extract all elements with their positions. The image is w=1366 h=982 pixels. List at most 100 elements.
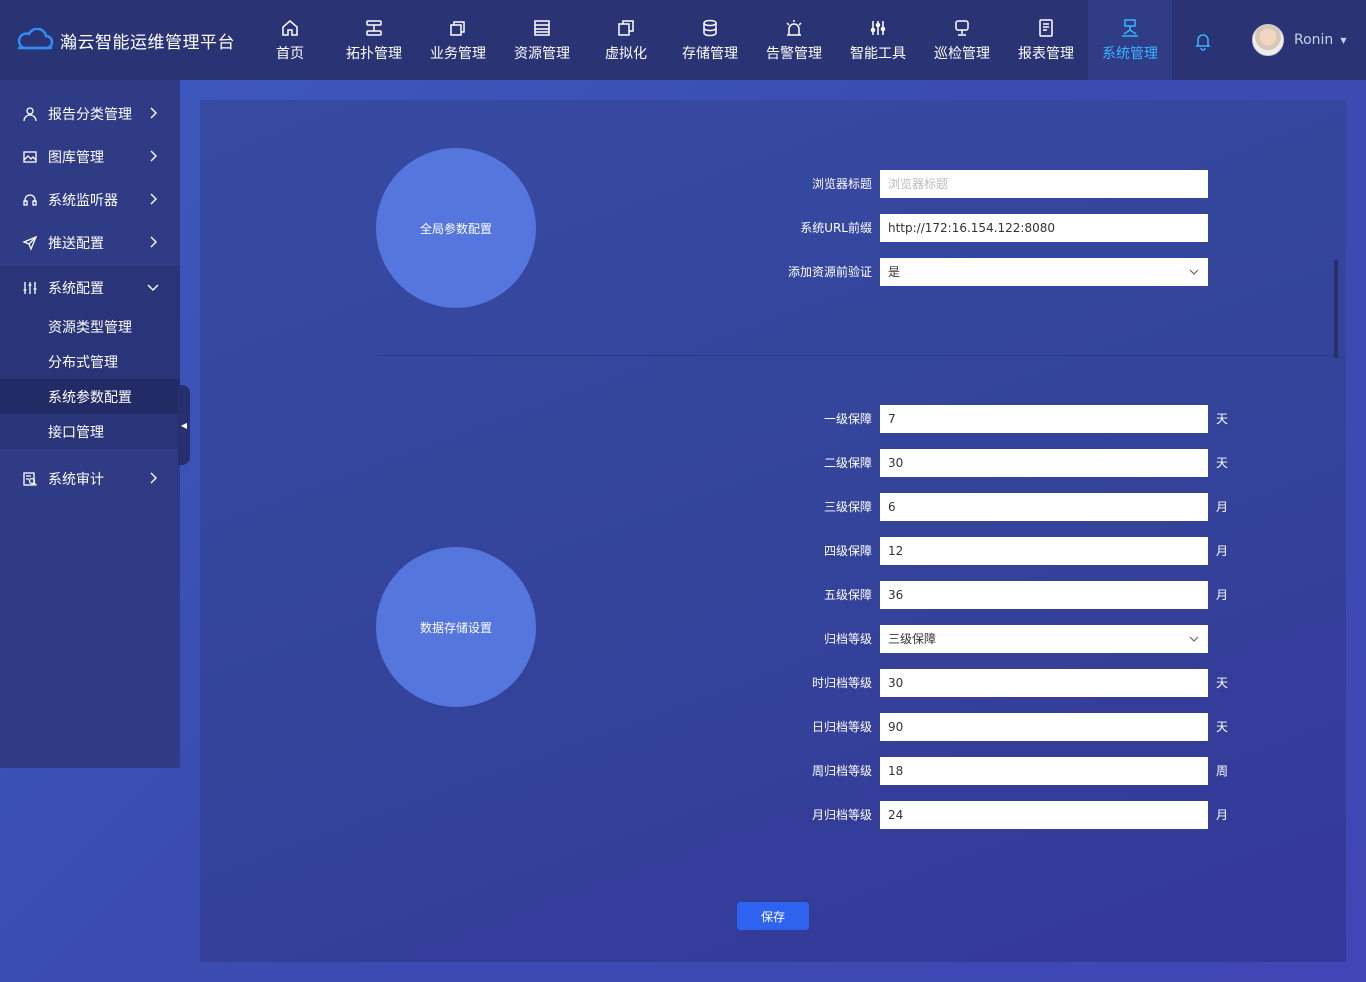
chevron-right-icon <box>150 472 157 484</box>
sidebar: 报告分类管理 图库管理 系统监听器 推送配置 系统配置 资源类型管理 分布式管理… <box>0 80 180 768</box>
chevron-right-icon <box>150 193 157 205</box>
nav-label: 报表管理 <box>1018 45 1074 62</box>
send-icon <box>22 235 38 251</box>
form-row-level3: 三级保障 月 <box>200 493 1346 521</box>
avatar[interactable] <box>1252 24 1284 56</box>
topology-icon <box>366 19 382 36</box>
field-unit: 天 <box>1216 456 1229 470</box>
sliders-icon <box>23 281 37 294</box>
sidebar-item-label: 系统配置 <box>48 280 104 297</box>
database-icon <box>703 19 717 36</box>
sidebar-item-report-category[interactable]: 报告分类管理 <box>0 92 180 135</box>
field-label: 四级保障 <box>823 544 872 558</box>
nav-item-resource[interactable]: 资源管理 <box>500 0 584 80</box>
user-name: Ronin <box>1294 32 1334 48</box>
nav-item-business[interactable]: 业务管理 <box>416 0 500 80</box>
user-icon <box>23 106 37 121</box>
sub-item-label: 接口管理 <box>48 424 104 441</box>
level3-input[interactable] <box>880 493 1208 521</box>
chevron-down-icon <box>1189 269 1199 275</box>
sidebar-item-push-config[interactable]: 推送配置 <box>0 221 180 264</box>
field-label: 二级保障 <box>823 456 872 470</box>
sidebar-sub-item-distributed[interactable]: 分布式管理 <box>0 344 180 379</box>
main-nav: 首页 拓扑管理 业务管理 资源管理 虚拟化 存储管理 告警管理 智能工具 巡检管… <box>248 0 1172 80</box>
archive-level-select[interactable]: 三级保障 <box>880 625 1208 653</box>
nav-item-system[interactable]: 系统管理 <box>1088 0 1172 80</box>
sidebar-sub-item-resource-type[interactable]: 资源类型管理 <box>0 309 180 344</box>
level2-input[interactable] <box>880 449 1208 477</box>
field-unit: 天 <box>1216 676 1229 690</box>
field-label: 日归档等级 <box>811 720 872 734</box>
nav-label: 资源管理 <box>514 45 570 62</box>
sidebar-sub-item-interface[interactable]: 接口管理 <box>0 414 180 449</box>
nav-item-topology[interactable]: 拓扑管理 <box>332 0 416 80</box>
caret-down-icon: ▼ <box>1340 35 1347 45</box>
nav-item-storage[interactable]: 存储管理 <box>668 0 752 80</box>
sidebar-item-label: 系统监听器 <box>48 192 118 209</box>
sidebar-item-system-config[interactable]: 系统配置 <box>0 266 180 309</box>
form-row-level2: 二级保障 天 <box>200 449 1346 477</box>
user-menu[interactable]: Ronin ▼ <box>1252 24 1346 56</box>
chevron-down-icon <box>147 284 159 291</box>
tools-icon <box>870 20 886 35</box>
url-prefix-input[interactable] <box>880 214 1208 242</box>
form-row-hour-archive: 时归档等级 天 <box>200 669 1346 697</box>
hour-archive-input[interactable] <box>880 669 1208 697</box>
nav-label: 告警管理 <box>766 45 822 62</box>
field-label: 一级保障 <box>823 412 872 426</box>
logo[interactable]: 瀚云智能运维管理平台 <box>0 0 248 80</box>
field-label: 三级保障 <box>823 500 872 514</box>
sidebar-collapse-button[interactable]: ◀ <box>178 385 190 465</box>
main-panel: 全局参数配置 浏览器标题 系统URL前缀 添加资源前验证 是 数据存储设置 一级… <box>200 100 1346 962</box>
level1-input[interactable] <box>880 405 1208 433</box>
inspection-icon <box>955 19 969 36</box>
verify-before-add-select[interactable]: 是 <box>880 258 1208 286</box>
week-archive-input[interactable] <box>880 757 1208 785</box>
select-value: 是 <box>888 265 901 279</box>
form-row-week-archive: 周归档等级 周 <box>200 757 1346 785</box>
form-row-day-archive: 日归档等级 天 <box>200 713 1346 741</box>
cloud-logo-icon <box>17 28 54 50</box>
image-icon <box>23 150 37 163</box>
field-label: 系统URL前缀 <box>800 221 872 235</box>
sidebar-item-listener[interactable]: 系统监听器 <box>0 178 180 221</box>
app-title: 瀚云智能运维管理平台 <box>60 32 235 53</box>
nav-item-inspection[interactable]: 巡检管理 <box>920 0 1004 80</box>
field-label: 浏览器标题 <box>811 177 872 191</box>
save-button[interactable]: 保存 <box>737 902 809 930</box>
bell-icon[interactable] <box>1192 30 1214 52</box>
sub-item-label: 系统参数配置 <box>48 389 132 406</box>
home-icon <box>282 19 298 36</box>
field-label: 五级保障 <box>823 588 872 602</box>
nav-item-tools[interactable]: 智能工具 <box>836 0 920 80</box>
field-unit: 周 <box>1216 764 1229 778</box>
scrollbar[interactable] <box>1334 260 1338 358</box>
sidebar-item-audit[interactable]: 系统审计 <box>0 457 180 500</box>
field-unit: 月 <box>1216 544 1229 558</box>
field-label: 时归档等级 <box>811 676 872 690</box>
sidebar-sub-item-system-params[interactable]: 系统参数配置 <box>0 379 180 414</box>
field-unit: 天 <box>1216 720 1229 734</box>
business-icon <box>450 20 465 36</box>
nav-label: 智能工具 <box>850 45 906 62</box>
audit-icon <box>23 471 37 486</box>
chevron-right-icon <box>150 150 157 162</box>
nav-item-home[interactable]: 首页 <box>248 0 332 80</box>
form-row-browser-title: 浏览器标题 <box>200 170 1346 198</box>
nav-item-report[interactable]: 报表管理 <box>1004 0 1088 80</box>
day-archive-input[interactable] <box>880 713 1208 741</box>
nav-item-virtual[interactable]: 虚拟化 <box>584 0 668 80</box>
form-row-verify-before-add: 添加资源前验证 是 <box>200 258 1346 286</box>
browser-title-input[interactable] <box>880 170 1208 198</box>
sidebar-item-gallery[interactable]: 图库管理 <box>0 135 180 178</box>
nav-label: 拓扑管理 <box>346 45 402 62</box>
nav-label: 巡检管理 <box>934 45 990 62</box>
nav-label: 虚拟化 <box>605 45 647 62</box>
nav-item-alarm[interactable]: 告警管理 <box>752 0 836 80</box>
chevron-right-icon <box>150 236 157 248</box>
sidebar-item-label: 推送配置 <box>48 235 104 252</box>
month-archive-input[interactable] <box>880 801 1208 829</box>
report-icon <box>1039 18 1053 37</box>
level4-input[interactable] <box>880 537 1208 565</box>
level5-input[interactable] <box>880 581 1208 609</box>
